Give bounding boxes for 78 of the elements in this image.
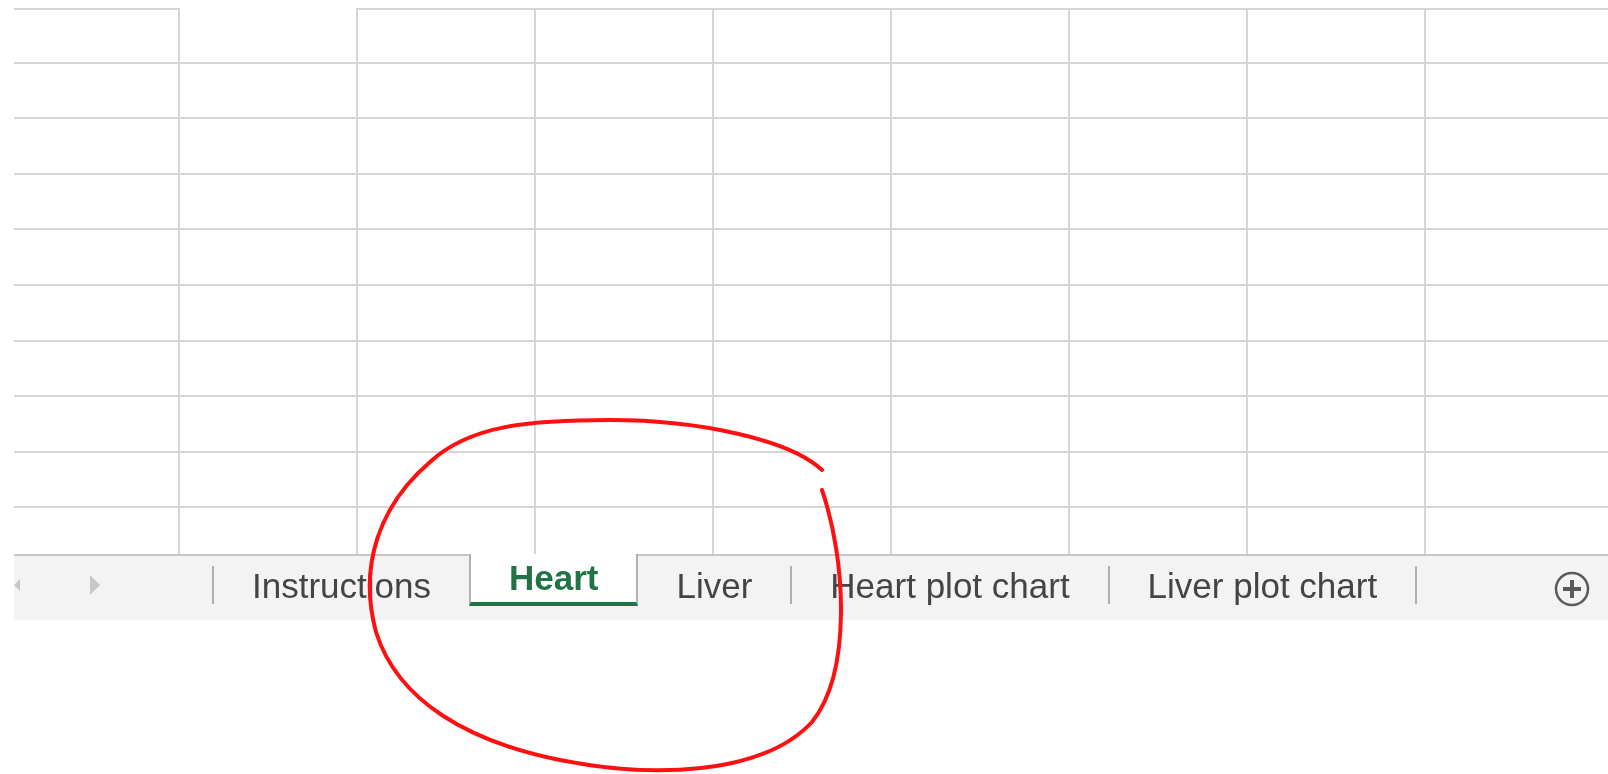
sheet-tab[interactable]: Heart bbox=[468, 554, 639, 606]
grid-cell[interactable] bbox=[1070, 174, 1248, 231]
grid-cell[interactable] bbox=[1248, 63, 1426, 120]
grid-cell[interactable] bbox=[1248, 230, 1426, 286]
grid-cell[interactable] bbox=[1070, 119, 1248, 175]
grid-cell[interactable] bbox=[1070, 452, 1248, 509]
grid-cell[interactable] bbox=[892, 119, 1070, 175]
grid-cell[interactable] bbox=[1070, 8, 1248, 64]
grid-cell[interactable] bbox=[14, 397, 180, 453]
grid-cell[interactable] bbox=[892, 285, 1070, 342]
grid-cell[interactable] bbox=[14, 452, 180, 509]
grid-cell[interactable] bbox=[14, 285, 180, 342]
grid-cell[interactable] bbox=[180, 8, 358, 64]
grid-cell[interactable] bbox=[358, 452, 536, 509]
grid-cell[interactable] bbox=[892, 230, 1070, 286]
grid-cell[interactable] bbox=[892, 8, 1070, 64]
grid-cell[interactable] bbox=[892, 341, 1070, 398]
grid-cell[interactable] bbox=[358, 119, 536, 175]
grid-cell[interactable] bbox=[358, 230, 536, 286]
grid-cell[interactable] bbox=[358, 8, 536, 64]
grid-cell[interactable] bbox=[536, 119, 714, 175]
add-sheet-icon[interactable] bbox=[1554, 571, 1590, 607]
grid-cell[interactable] bbox=[1248, 119, 1426, 175]
grid-cell[interactable] bbox=[1070, 285, 1248, 342]
grid-cell[interactable] bbox=[1248, 8, 1426, 64]
grid-cell[interactable] bbox=[536, 452, 714, 509]
grid-cell[interactable] bbox=[180, 230, 358, 286]
grid-cell[interactable] bbox=[536, 397, 714, 453]
grid-cell[interactable] bbox=[714, 341, 892, 398]
grid-cell[interactable] bbox=[180, 397, 358, 453]
grid-cell[interactable] bbox=[180, 341, 358, 398]
grid-cell[interactable] bbox=[180, 452, 358, 509]
grid-cell[interactable] bbox=[892, 63, 1070, 120]
grid-cell[interactable] bbox=[1070, 63, 1248, 120]
grid-cell[interactable] bbox=[358, 63, 536, 120]
grid-cell[interactable] bbox=[358, 341, 536, 398]
grid-cell[interactable] bbox=[358, 285, 536, 342]
grid-cell[interactable] bbox=[536, 8, 714, 64]
grid-cell[interactable] bbox=[1248, 452, 1426, 509]
sheet-tab[interactable]: Liver bbox=[638, 566, 793, 604]
scroll-right-icon[interactable] bbox=[90, 575, 100, 595]
grid-cell[interactable] bbox=[714, 230, 892, 286]
grid-cell[interactable] bbox=[1070, 397, 1248, 453]
grid-cell[interactable] bbox=[14, 8, 180, 64]
grid-cell[interactable] bbox=[536, 174, 714, 231]
grid-cell[interactable] bbox=[892, 397, 1070, 453]
grid-cell[interactable] bbox=[1070, 230, 1248, 286]
grid-cell[interactable] bbox=[892, 452, 1070, 509]
grid-cell[interactable] bbox=[1248, 397, 1426, 453]
grid-cell[interactable] bbox=[714, 397, 892, 453]
grid-cell[interactable] bbox=[14, 341, 180, 398]
grid-cell[interactable] bbox=[14, 63, 180, 120]
grid-cell[interactable] bbox=[14, 174, 180, 231]
grid-cell[interactable] bbox=[180, 174, 358, 231]
grid-cell[interactable] bbox=[714, 8, 892, 64]
grid-cell[interactable] bbox=[1248, 341, 1426, 398]
grid-cell[interactable] bbox=[714, 285, 892, 342]
grid-cell[interactable] bbox=[536, 341, 714, 398]
grid-cell[interactable] bbox=[180, 63, 358, 120]
grid-cell[interactable] bbox=[714, 174, 892, 231]
grid-cell[interactable] bbox=[1248, 285, 1426, 342]
sheet-tab[interactable]: Liver plot chart bbox=[1109, 566, 1418, 604]
grid-cell[interactable] bbox=[536, 230, 714, 286]
grid-cell[interactable] bbox=[536, 285, 714, 342]
grid-cell[interactable] bbox=[892, 174, 1070, 231]
grid-cell[interactable] bbox=[1070, 341, 1248, 398]
grid-cell[interactable] bbox=[714, 452, 892, 509]
grid-cell[interactable] bbox=[180, 285, 358, 342]
grid-cell[interactable] bbox=[14, 230, 180, 286]
grid-cell[interactable] bbox=[358, 397, 536, 453]
grid-cell[interactable] bbox=[714, 119, 892, 175]
grid-cell[interactable] bbox=[14, 119, 180, 175]
grid-cell[interactable] bbox=[536, 63, 714, 120]
grid-cell[interactable] bbox=[714, 63, 892, 120]
grid-cell[interactable] bbox=[358, 174, 536, 231]
grid-cell[interactable] bbox=[1248, 174, 1426, 231]
grid-cell[interactable] bbox=[1426, 8, 1608, 64]
grid-cell[interactable] bbox=[180, 119, 358, 175]
